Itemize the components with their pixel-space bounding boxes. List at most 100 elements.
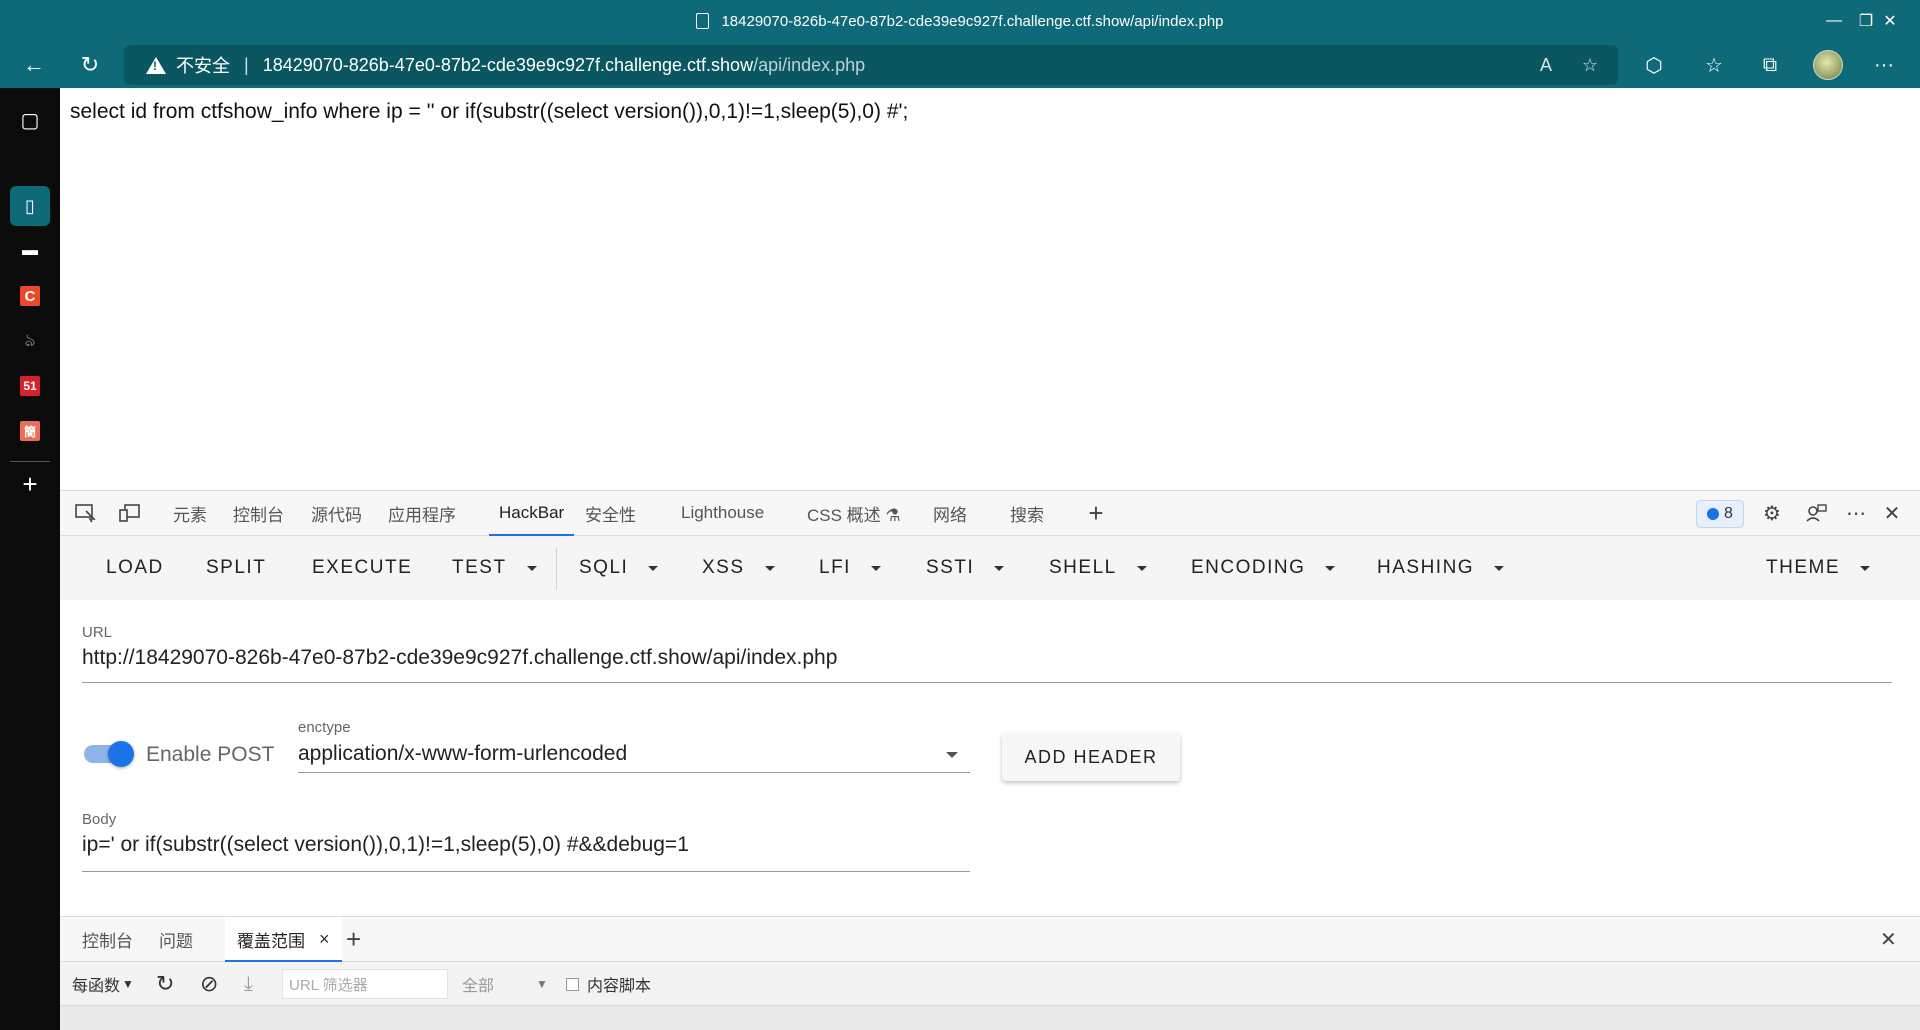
split-button[interactable]: SPLIT bbox=[206, 536, 266, 600]
settings-more-button[interactable]: ··· bbox=[1862, 42, 1906, 88]
encoding-menu-button[interactable]: ENCODING bbox=[1191, 536, 1336, 600]
tab-css-overview[interactable]: CSS 概述 ⚗ bbox=[807, 491, 901, 535]
tab-application[interactable]: 应用程序 bbox=[388, 491, 456, 535]
window-title-bar: 18429070-826b-47e0-87b2-cde39e9c927f.cha… bbox=[0, 0, 1920, 42]
address-bar[interactable]: 不安全 | 18429070-826b-47e0-87b2-cde39e9c92… bbox=[124, 45, 1618, 85]
profile-button[interactable] bbox=[1806, 42, 1850, 88]
enable-post-label: Enable POST bbox=[146, 743, 275, 766]
page-content: select id from ctfshow_info where ip = '… bbox=[60, 88, 1920, 490]
read-aloud-icon[interactable]: A bbox=[1526, 45, 1566, 85]
tab-actions-icon[interactable]: ▢ bbox=[10, 100, 50, 140]
devtools-tab-bar: 元素 控制台 源代码 应用程序 HackBar 安全性 Lighthouse C… bbox=[60, 490, 1920, 536]
back-button[interactable]: ← bbox=[12, 42, 56, 88]
chevron-down-icon bbox=[764, 565, 775, 571]
xss-menu-button[interactable]: XSS bbox=[702, 536, 775, 600]
toolbar-divider bbox=[556, 548, 557, 590]
close-tab-icon[interactable]: × bbox=[319, 929, 330, 950]
theme-menu-button[interactable]: THEME bbox=[1766, 536, 1870, 600]
hackbar-toolbar: LOAD SPLIT EXECUTE TEST SQLI XSS LFI SST… bbox=[60, 536, 1920, 600]
test-menu-button[interactable]: TEST bbox=[452, 536, 537, 600]
clear-icon[interactable]: ⊘ bbox=[200, 962, 218, 1006]
tab-lighthouse[interactable]: Lighthouse bbox=[681, 491, 764, 535]
feedback-icon[interactable] bbox=[1798, 491, 1834, 535]
type-filter-select[interactable]: 全部 bbox=[462, 962, 494, 1006]
chevron-down-icon bbox=[1325, 565, 1336, 571]
per-function-select[interactable]: 每函数 ▼ bbox=[72, 962, 134, 1006]
type-filter-chevron-icon[interactable]: ▼ bbox=[536, 962, 548, 1006]
more-options-icon[interactable]: ⋯ bbox=[1838, 491, 1874, 535]
sidebar-tab-page-icon[interactable]: ▯ bbox=[10, 186, 50, 226]
tab-search[interactable]: 搜索 bbox=[1010, 491, 1044, 535]
close-drawer-icon[interactable]: ✕ bbox=[1880, 917, 1897, 961]
enctype-label: enctype bbox=[298, 719, 351, 736]
ssti-menu-button[interactable]: SSTI bbox=[926, 536, 1005, 600]
enable-post-toggle[interactable] bbox=[84, 741, 134, 767]
sidebar-tab-script-icon[interactable]: ঌ bbox=[10, 321, 50, 361]
close-window-button[interactable]: ✕ bbox=[1862, 0, 1918, 42]
tab-elements[interactable]: 元素 bbox=[173, 491, 207, 535]
drawer-tab-coverage[interactable]: 覆盖范围 × bbox=[225, 917, 342, 962]
chevron-down-icon bbox=[648, 565, 659, 571]
sidebar-tab-jianshu-icon[interactable]: 簡 bbox=[10, 411, 50, 451]
new-tab-icon[interactable]: + bbox=[10, 464, 50, 504]
url-filter-input[interactable]: URL 筛选器 bbox=[282, 969, 448, 999]
tab-console[interactable]: 控制台 bbox=[233, 491, 284, 535]
checkbox-icon bbox=[566, 977, 579, 991]
navigation-bar: ← ↻ 不安全 | 18429070-826b-47e0-87b2-cde39e… bbox=[0, 42, 1920, 88]
drawer-add-tab-icon[interactable]: + bbox=[346, 917, 361, 961]
vertical-sidebar: ▢ ▯ ▬ C ঌ 51 簡 + bbox=[0, 88, 60, 1030]
add-header-button[interactable]: ADD HEADER bbox=[1002, 733, 1180, 781]
add-favorite-icon[interactable]: ☆ bbox=[1570, 45, 1610, 85]
coverage-results-area bbox=[60, 1006, 1920, 1030]
warning-icon bbox=[146, 56, 166, 74]
issues-badge[interactable]: 8 bbox=[1696, 500, 1744, 528]
export-icon[interactable]: ⤓ bbox=[244, 962, 253, 1006]
gear-icon[interactable]: ⚙ bbox=[1754, 491, 1790, 535]
load-button[interactable]: LOAD bbox=[106, 536, 164, 600]
reload-icon[interactable]: ↻ bbox=[156, 962, 174, 1006]
tab-security[interactable]: 安全性 bbox=[585, 491, 636, 535]
hackbar-panel: URL http://18429070-826b-47e0-87b2-cde39… bbox=[60, 600, 1920, 916]
chevron-down-icon bbox=[1494, 565, 1505, 571]
body-field-underline bbox=[82, 871, 970, 872]
sidebar-tab-51-icon[interactable]: 51 bbox=[10, 366, 50, 406]
address-separator: | bbox=[244, 54, 249, 75]
drawer-tab-console[interactable]: 控制台 bbox=[82, 917, 133, 961]
collections-icon[interactable]: ⧉ bbox=[1748, 42, 1792, 88]
execute-button[interactable]: EXECUTE bbox=[312, 536, 412, 600]
enctype-dropdown-arrow[interactable] bbox=[946, 752, 958, 758]
toggle-knob bbox=[108, 741, 134, 767]
chevron-down-icon: ▼ bbox=[122, 977, 134, 991]
device-emulation-icon[interactable] bbox=[112, 491, 148, 535]
inspect-element-icon[interactable] bbox=[68, 491, 104, 535]
content-scripts-checkbox[interactable]: 内容脚本 bbox=[566, 962, 651, 1006]
extensions-icon[interactable]: ⬡ bbox=[1632, 42, 1676, 88]
sidebar-tab-csdn-icon[interactable]: C bbox=[10, 276, 50, 316]
url-field-label: URL bbox=[82, 624, 113, 641]
tab-hackbar[interactable]: HackBar bbox=[488, 491, 575, 536]
coverage-toolbar: 每函数 ▼ ↻ ⊘ ⤓ URL 筛选器 全部 ▼ 内容脚本 bbox=[60, 962, 1920, 1006]
avatar bbox=[1813, 50, 1843, 80]
sqli-menu-button[interactable]: SQLI bbox=[579, 536, 659, 600]
refresh-button[interactable]: ↻ bbox=[68, 42, 112, 88]
sidebar-tab-media-icon[interactable]: ▬ bbox=[10, 231, 50, 271]
security-label[interactable]: 不安全 bbox=[176, 52, 230, 78]
url-path: /api/index.php bbox=[753, 54, 866, 75]
tab-network[interactable]: 网络 bbox=[933, 491, 967, 535]
add-tab-icon[interactable]: + bbox=[1078, 491, 1114, 535]
url-field[interactable]: http://18429070-826b-47e0-87b2-cde39e9c9… bbox=[82, 646, 837, 670]
window-title: 18429070-826b-47e0-87b2-cde39e9c927f.cha… bbox=[0, 0, 1920, 42]
chevron-down-icon bbox=[1136, 565, 1147, 571]
tab-sources[interactable]: 源代码 bbox=[311, 491, 362, 535]
window-title-text: 18429070-826b-47e0-87b2-cde39e9c927f.cha… bbox=[721, 12, 1224, 30]
hashing-menu-button[interactable]: HASHING bbox=[1377, 536, 1505, 600]
close-devtools-icon[interactable]: ✕ bbox=[1874, 491, 1910, 535]
chevron-down-icon bbox=[526, 565, 537, 571]
shell-menu-button[interactable]: SHELL bbox=[1049, 536, 1147, 600]
chevron-down-icon bbox=[994, 565, 1005, 571]
enctype-select[interactable]: application/x-www-form-urlencoded bbox=[298, 742, 627, 766]
lfi-menu-button[interactable]: LFI bbox=[819, 536, 881, 600]
favorites-icon[interactable]: ☆ bbox=[1692, 42, 1736, 88]
body-field[interactable]: ip=' or if(substr((select version()),0,1… bbox=[82, 833, 689, 857]
drawer-tab-issues[interactable]: 问题 bbox=[159, 917, 193, 961]
